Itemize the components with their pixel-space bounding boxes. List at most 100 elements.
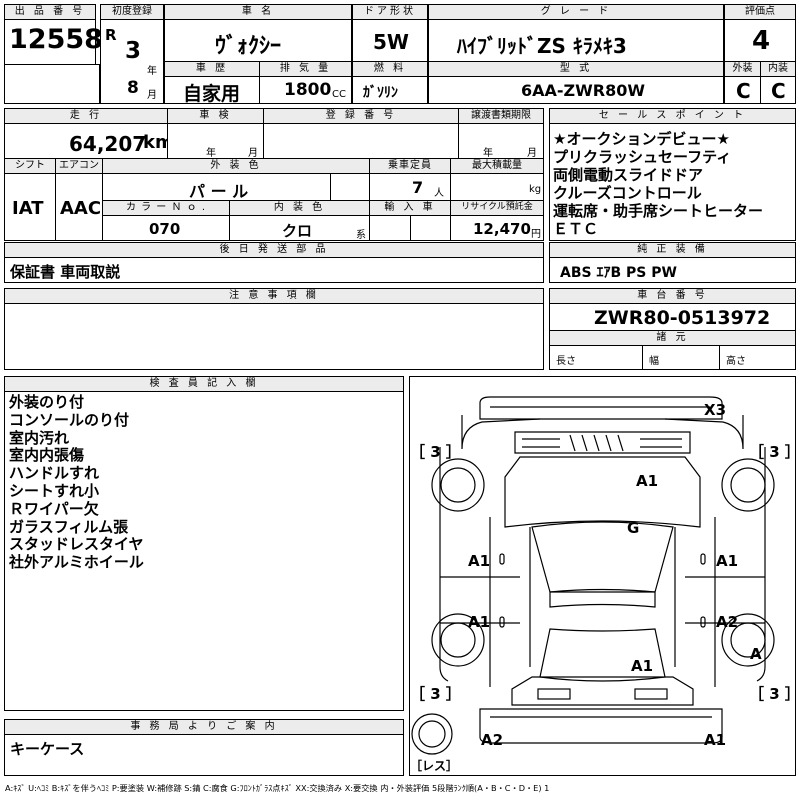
score: 4 <box>752 26 771 56</box>
reg-month: 8 <box>127 78 139 98</box>
list-item: 室内汚れ <box>9 428 70 447</box>
mark-windshield: G <box>627 519 640 537</box>
height-label: 高さ <box>726 356 746 367</box>
lot-blank-cell <box>4 64 100 104</box>
history-cell: 自家用 <box>164 76 260 105</box>
mark-rear-bumper-right: A1 <box>704 731 727 749</box>
import-cell <box>369 215 451 241</box>
grade-header: グ レ ー ド <box>428 4 724 20</box>
list-item: 外装のり付 <box>9 393 85 411</box>
list-item: 運転席・助手席シートヒーター <box>553 202 764 220</box>
length-cell: 長さ <box>549 345 643 370</box>
recycle-fee: 12,470 <box>473 220 531 238</box>
mark-rear-bumper-left: A2 <box>481 731 504 749</box>
fuel-header: 燃 料 <box>352 61 428 77</box>
office-box: キーケース <box>4 734 404 776</box>
legend: A:ｷｽﾞ U:ﾍｺﾐ B:ｷｽﾞを伴うﾍｺﾐ P:要塗装 W:補修跡 S:錆 … <box>5 783 550 793</box>
chassis-number: ZWR80-0513972 <box>594 307 771 329</box>
mark-roof-rear: A1 <box>631 657 654 675</box>
tire-tread-fl: ［ 3 ］ <box>410 443 461 461</box>
color-no: 070 <box>149 220 181 238</box>
list-item: スタッドレスタイヤ <box>9 535 144 554</box>
load-unit: kg <box>529 184 542 195</box>
length-label: 長さ <box>556 356 576 367</box>
width-label: 幅 <box>649 356 659 367</box>
list-item: ガラスフィルム張 <box>9 517 129 536</box>
list-item: クルーズコントロール <box>553 184 702 202</box>
ac: AAC <box>60 198 102 219</box>
color-cell: パ ー ル <box>102 173 331 201</box>
interior-color-header: 内 装 色 <box>229 200 370 216</box>
notes-header: 注 意 事 項 欄 <box>4 288 544 304</box>
displacement: 1800 <box>284 80 332 100</box>
fuel-cell: ｶﾞｿﾘﾝ <box>352 76 428 104</box>
score-header: 評価点 <box>724 4 796 20</box>
chassis-header: 車 台 番 号 <box>549 288 796 304</box>
capacity-unit: 人 <box>434 188 444 199</box>
displacement-cell: 1800 CC <box>259 76 352 104</box>
height-cell: 高さ <box>719 345 796 370</box>
recycle-cell: 12,470 円 <box>450 215 544 241</box>
interior-grade: C <box>771 79 786 103</box>
exterior-header: 外装 <box>724 61 761 77</box>
list-item: コンソールのり付 <box>9 410 130 429</box>
list-item: 社外アルミホイール <box>9 553 144 572</box>
deferred-parts: 保証書 車両取説 <box>10 263 121 281</box>
recycle-unit: 円 <box>531 229 541 240</box>
mark-left-front-door: A1 <box>468 552 491 570</box>
history-header: 車 歴 <box>164 61 260 77</box>
width-cell: 幅 <box>642 345 720 370</box>
model-cell: 6AA-ZWR80W <box>428 76 724 104</box>
inspection-month-unit: 月 <box>248 148 258 159</box>
mark-left-rear-door: A1 <box>468 613 491 631</box>
mark-right-rear-wheel: A <box>750 645 762 663</box>
shift: IAT <box>12 198 44 219</box>
interior-color: クロ <box>282 222 313 240</box>
plate-cell <box>263 123 459 159</box>
model-header: 型 式 <box>428 61 724 77</box>
interior-color-unit: 系 <box>356 230 366 241</box>
interior-header: 内装 <box>760 61 796 77</box>
import-header: 輸 入 車 <box>369 200 451 216</box>
color-no-cell: 070 <box>102 215 230 241</box>
load-header: 最大積載量 <box>450 158 544 174</box>
first-reg-cell: R 3 年 8 月 <box>100 19 164 104</box>
chassis-cell: ZWR80-0513972 <box>549 303 796 331</box>
mileage-header: 走 行 <box>4 108 168 124</box>
mark-right-rear-door: A2 <box>716 613 739 631</box>
car-name-header: 車 名 <box>164 4 352 20</box>
inspector-box: 外装のり付 コンソールのり付 室内汚れ 室内内張傷 ハンドルすれ シートすれ小 Ｒワイパー欠… <box>4 391 404 711</box>
interior-color-cell: クロ 系 <box>229 215 370 241</box>
plate-header: 登 録 番 号 <box>263 108 459 124</box>
grade-cell: ﾊｲﾌﾞﾘｯﾄﾞZS ｷﾗﾒｷ3 <box>428 19 724 62</box>
door-type: 5W <box>373 30 409 54</box>
list-item: ★オークションデビュー★ <box>553 130 730 148</box>
transfer-month-unit: 月 <box>527 148 537 159</box>
exterior-grade: C <box>736 79 751 103</box>
door-cell: 5W <box>352 19 428 62</box>
list-item: シートすれ小 <box>9 481 100 500</box>
list-item: ハンドルすれ <box>9 464 100 483</box>
genuine-equipment-header: 純 正 装 備 <box>549 242 796 258</box>
mark-right-front-door: A1 <box>716 552 739 570</box>
inspector-header: 検 査 員 記 入 欄 <box>4 376 404 392</box>
exterior-cell: C <box>724 76 761 104</box>
model: 6AA-ZWR80W <box>521 81 646 100</box>
load-cell: kg <box>450 173 544 201</box>
displacement-header: 排 気 量 <box>259 61 352 77</box>
list-item: 両側電動スライドドア <box>553 166 704 184</box>
shift-cell: IAT <box>4 173 56 241</box>
mark-hood: A1 <box>636 472 659 490</box>
fuel: ｶﾞｿﾘﾝ <box>363 85 398 101</box>
list-item: 室内内張傷 <box>9 446 85 465</box>
inspection-year-unit: 年 <box>206 148 216 159</box>
office-header: 事 務 局 よ り ご 案 内 <box>4 719 404 735</box>
history: 自家用 <box>183 83 241 105</box>
color-header: 外 装 色 <box>102 158 370 174</box>
tire-tread-fr: ［ 3 ］ <box>749 443 800 461</box>
interior-cell: C <box>760 76 796 104</box>
color-no-header: カ ラ ー Ｎ ｏ . <box>102 200 230 216</box>
car-outline <box>411 396 775 755</box>
list-item: ＥＴＣ <box>553 220 599 238</box>
deferred-parts-header: 後 日 発 送 部 品 <box>4 242 544 258</box>
